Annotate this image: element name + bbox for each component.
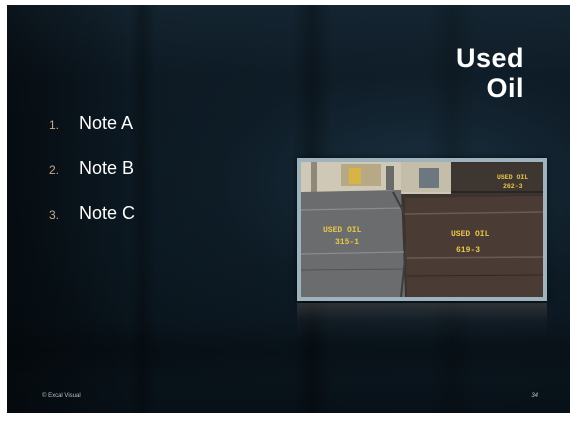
list-item-number: 2.: [49, 163, 60, 177]
list-item: 3. Note C: [49, 203, 135, 248]
drum-code: 262-3: [503, 183, 523, 190]
used-oil-drums-photo: USED OIL 262-3 USED OIL 315-1 USED OIL 6…: [301, 162, 543, 297]
list-item: 2. Note B: [49, 158, 135, 203]
slide-title-line-2: Oil: [486, 73, 524, 103]
drum-label: USED OIL: [323, 226, 362, 235]
used-oil-drums-illustration: USED OIL 262-3 USED OIL 315-1 USED OIL 6…: [301, 162, 543, 297]
drum-label: USED OIL: [497, 174, 528, 181]
list-item-number: 3.: [49, 208, 60, 222]
slide-title: Used Oil: [456, 43, 524, 103]
drum-label: USED OIL: [451, 230, 490, 239]
list-item-text: Note B: [79, 158, 135, 178]
photo-reflection: [297, 303, 547, 339]
copyright-footer: © Excal Visual: [42, 393, 81, 399]
list-item: 1. Note A: [49, 113, 135, 158]
list-item-text: Note C: [79, 203, 136, 223]
drum-code: 619-3: [456, 246, 480, 255]
notes-list: 1. Note A 2. Note B 3. Note C: [49, 113, 135, 248]
slide: Used Oil 1. Note A 2. Note B 3. Note C U…: [7, 5, 570, 413]
photo-frame: USED OIL 262-3 USED OIL 315-1 USED OIL 6…: [297, 158, 547, 301]
slide-title-line-1: Used: [455, 43, 524, 73]
list-item-text: Note A: [79, 113, 134, 133]
page-number: 34: [531, 393, 538, 399]
drum-code: 315-1: [335, 238, 359, 247]
list-item-number: 1.: [49, 118, 60, 132]
